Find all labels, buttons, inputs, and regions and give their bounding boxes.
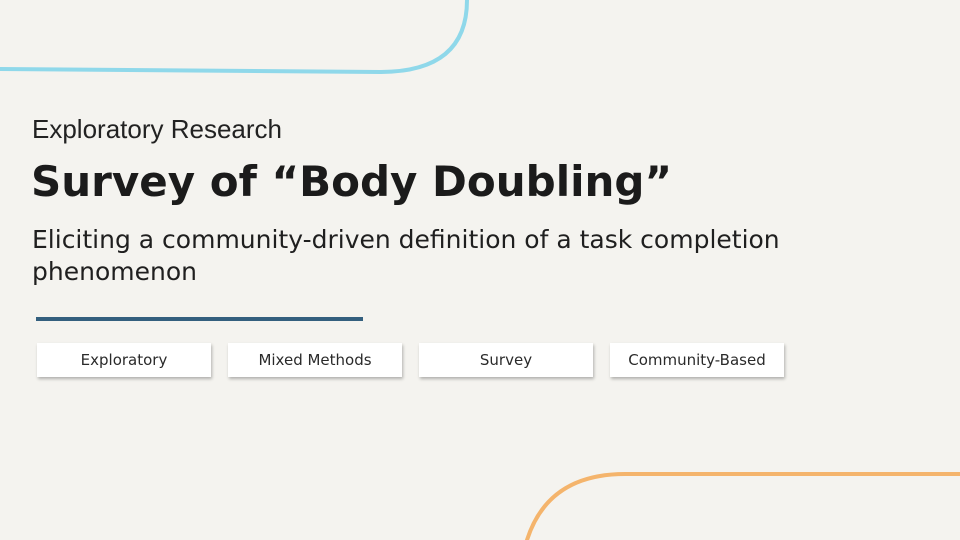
tag-list: Exploratory Mixed Methods Survey Communi… xyxy=(37,343,784,377)
tag-exploratory: Exploratory xyxy=(37,343,211,377)
top-arc-decoration xyxy=(0,0,469,75)
tag-mixed-methods: Mixed Methods xyxy=(228,343,402,377)
slide-title: Survey of “Body Doubling” xyxy=(31,157,673,206)
bottom-arc-decoration xyxy=(525,472,960,540)
slide-kicker: Exploratory Research xyxy=(32,114,282,144)
slide: Exploratory Research Survey of “Body Dou… xyxy=(0,0,960,540)
accent-divider xyxy=(36,317,363,321)
tag-survey: Survey xyxy=(419,343,593,377)
slide-subtitle: Eliciting a community-driven definition … xyxy=(32,225,780,286)
tag-community-based: Community-Based xyxy=(610,343,784,377)
